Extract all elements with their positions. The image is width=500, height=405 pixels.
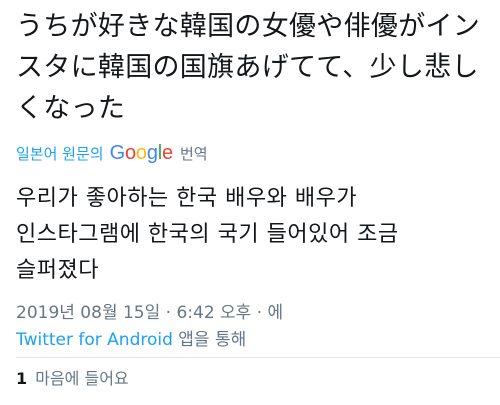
translated-text: 우리가 좋아하는 한국 배우와 배우가 인스타그램에 한국의 국기 들어있어 조… (16, 186, 399, 283)
translate-prefix: 일본어 원문의 (16, 144, 104, 163)
likes-label: 마음에 들어요 (35, 369, 129, 388)
translate-attribution[interactable]: 일본어 원문의 Google 번역 (16, 141, 484, 165)
tweet-text: うちが好きな韓国の女優や俳優がインスタに韓国の国旗あげてて、少し悲しくなった (16, 11, 481, 124)
tweet: うちが好きな韓国の女優や俳優がインスタに韓国の国旗あげてて、少し悲しくなった 일… (0, 0, 500, 405)
google-logo-icon: Google (109, 142, 174, 164)
tweet-meta: 2019년 08월 15일 · 6:42 오후 · 에 Twitter for … (16, 299, 484, 353)
source-suffix: 앱을 통해 (178, 330, 247, 350)
timestamp: 2019년 08월 15일 · 6:42 오후 · 에 (16, 303, 284, 323)
translate-suffix: 번역 (179, 144, 208, 163)
source-line: Twitter for Android 앱을 통해 (16, 327, 484, 353)
likes-stat[interactable]: 1 마음에 들어요 (16, 368, 129, 390)
likes-count: 1 (16, 369, 28, 388)
source-link[interactable]: Twitter for Android (16, 330, 173, 350)
divider (16, 357, 500, 358)
